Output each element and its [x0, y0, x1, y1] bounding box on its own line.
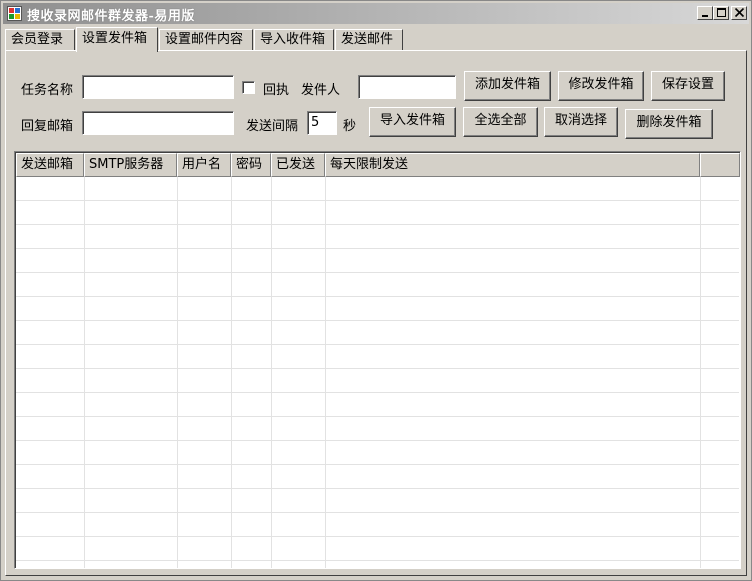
send-interval-input[interactable]: 5: [307, 111, 337, 135]
title-bar[interactable]: 搜收录网邮件群发器-易用版: [3, 3, 749, 24]
close-icon: [734, 8, 745, 18]
row-divider: [16, 248, 739, 249]
tab-send-mail[interactable]: 发送邮件: [335, 29, 403, 51]
tab-import-recipients[interactable]: 导入收件箱: [254, 29, 334, 51]
reply-email-input[interactable]: [82, 111, 234, 135]
window-title: 搜收录网邮件群发器-易用版: [27, 9, 195, 24]
column-header-daily-limit[interactable]: 每天限制发送: [325, 153, 700, 177]
column-divider: [231, 177, 232, 568]
row-divider: [16, 200, 739, 201]
row-divider: [16, 416, 739, 417]
column-header-password[interactable]: 密码: [231, 153, 271, 177]
row-divider: [16, 320, 739, 321]
column-header-filler: [700, 153, 740, 177]
select-all-button[interactable]: 全选全部: [463, 107, 538, 137]
delete-sender-button[interactable]: 删除发件箱: [625, 109, 713, 139]
row-divider: [16, 464, 739, 465]
row-divider: [16, 392, 739, 393]
receipt-label: 回执: [263, 83, 290, 98]
modify-sender-button[interactable]: 修改发件箱: [558, 71, 644, 101]
app-icon[interactable]: [7, 6, 22, 21]
row-divider: [16, 296, 739, 297]
row-divider: [16, 344, 739, 345]
maximize-icon: [717, 8, 726, 17]
column-header-smtp-server[interactable]: SMTP服务器: [84, 153, 177, 177]
reply-email-label: 回复邮箱: [21, 119, 74, 134]
receipt-checkbox[interactable]: [242, 81, 255, 94]
interval-unit-label: 秒: [343, 119, 357, 134]
minimize-button[interactable]: [697, 6, 713, 20]
deselect-button[interactable]: 取消选择: [544, 107, 618, 137]
tab-strip: 会员登录 设置发件箱 设置邮件内容 导入收件箱 发送邮件: [5, 27, 747, 52]
column-divider: [700, 177, 701, 568]
row-divider: [16, 536, 739, 537]
close-button[interactable]: [731, 6, 747, 20]
task-name-input[interactable]: [82, 75, 234, 99]
column-divider: [84, 177, 85, 568]
sender-label: 发件人: [301, 83, 341, 98]
row-divider: [16, 512, 739, 513]
row-divider: [16, 560, 739, 561]
tab-sender-settings[interactable]: 设置发件箱: [76, 27, 158, 52]
sender-table[interactable]: 发送邮箱 SMTP服务器 用户名 密码 已发送 每天限制发送: [14, 151, 741, 569]
column-divider: [271, 177, 272, 568]
task-name-label: 任务名称: [21, 83, 74, 98]
minimize-icon: [702, 15, 708, 17]
import-sender-button[interactable]: 导入发件箱: [369, 107, 456, 137]
column-header-sent[interactable]: 已发送: [271, 153, 325, 177]
sender-input[interactable]: [358, 75, 456, 99]
sender-settings-panel: 任务名称 回执 发件人 添加发件箱 修改发件箱 保存设置 回复邮箱 发送间隔 5…: [5, 50, 747, 576]
column-header-username[interactable]: 用户名: [177, 153, 231, 177]
row-divider: [16, 224, 739, 225]
tab-member-login[interactable]: 会员登录: [5, 29, 75, 51]
row-divider: [16, 440, 739, 441]
tab-mail-content[interactable]: 设置邮件内容: [159, 29, 253, 51]
row-divider: [16, 368, 739, 369]
maximize-button[interactable]: [713, 6, 729, 20]
send-interval-label: 发送间隔: [246, 119, 299, 134]
row-divider: [16, 488, 739, 489]
main-window: 搜收录网邮件群发器-易用版 会员登录 设置发件箱 设置邮件内容 导入收件箱 发送…: [0, 0, 752, 581]
column-header-send-email[interactable]: 发送邮箱: [16, 153, 84, 177]
save-settings-button[interactable]: 保存设置: [651, 71, 725, 101]
table-header: 发送邮箱 SMTP服务器 用户名 密码 已发送 每天限制发送: [16, 153, 740, 177]
row-divider: [16, 272, 739, 273]
column-divider: [177, 177, 178, 568]
column-divider: [325, 177, 326, 568]
add-sender-button[interactable]: 添加发件箱: [464, 71, 551, 101]
